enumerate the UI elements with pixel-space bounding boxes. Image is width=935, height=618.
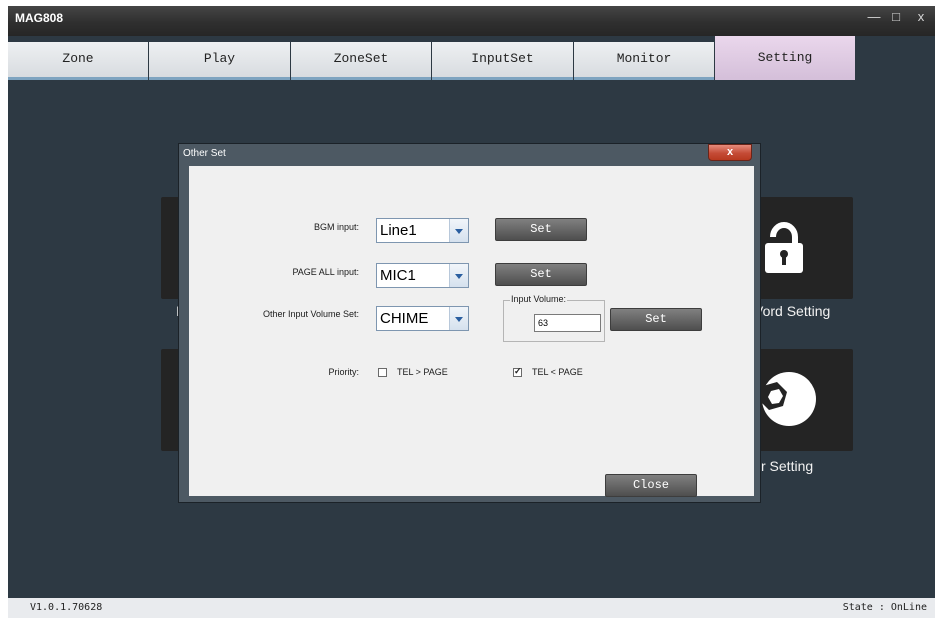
title-bar: MAG808 — □ x [8, 6, 935, 36]
chevron-down-icon[interactable] [449, 264, 468, 287]
close-button[interactable]: Close [605, 474, 697, 497]
tab-bar: Zone Play ZoneSet InputSet Monitor Setti… [8, 36, 935, 82]
bgm-set-button[interactable]: Set [495, 218, 587, 241]
tab-setting[interactable]: Setting [715, 36, 855, 80]
bgm-input-value: Line1 [380, 222, 417, 239]
tab-play[interactable]: Play [149, 42, 290, 80]
maximize-button[interactable]: □ [888, 10, 904, 26]
input-volume-group: Input Volume: 63 [503, 294, 605, 342]
other-input-value: CHIME [380, 310, 429, 327]
connection-state: State : OnLine [842, 602, 927, 613]
dialog-title: Other Set [183, 148, 226, 159]
input-volume-field[interactable]: 63 [534, 314, 601, 332]
tel-lt-page-label: TEL < PAGE [532, 367, 583, 377]
page-all-input-select[interactable]: MIC1 [376, 263, 469, 288]
page-all-input-value: MIC1 [380, 267, 416, 284]
password-setting-tile[interactable] [753, 197, 853, 299]
other-input-volume-label: Other Input Volume Set: [262, 309, 359, 319]
status-bar: V1.0.1.70628 State : OnLine [8, 598, 935, 618]
priority-label: Priority: [328, 367, 359, 377]
tel-lt-page-checkbox[interactable] [513, 366, 522, 377]
bgm-input-select[interactable]: Line1 [376, 218, 469, 243]
input-volume-group-title: Input Volume: [510, 294, 568, 304]
window-close-button[interactable]: x [913, 10, 929, 26]
lock-icon [765, 222, 803, 273]
page-all-input-label: PAGE ALL input: [292, 267, 359, 277]
dialog-close-x-button[interactable]: x [708, 144, 752, 161]
tel-gt-page-checkbox[interactable] [378, 368, 387, 377]
volume-set-button[interactable]: Set [610, 308, 702, 331]
chevron-down-icon[interactable] [449, 219, 468, 242]
app-title: MAG808 [15, 11, 64, 25]
tab-inputset[interactable]: InputSet [432, 42, 573, 80]
bgm-input-label: BGM input: [313, 222, 359, 232]
version-text: V1.0.1.70628 [30, 602, 103, 613]
chevron-down-icon[interactable] [449, 307, 468, 330]
tab-zoneset[interactable]: ZoneSet [291, 42, 431, 80]
tab-zone[interactable]: Zone [8, 42, 148, 80]
other-input-select[interactable]: CHIME [376, 306, 469, 331]
other-setting-tile[interactable] [753, 349, 853, 451]
other-setting-label: r Setting [761, 458, 814, 474]
dialog-body: BGM input: Line1 Set PAGE ALL input: MIC… [189, 166, 754, 497]
password-setting-label: Vord Setting [754, 303, 831, 319]
wrench-icon [759, 372, 816, 426]
tel-gt-page-label: TEL > PAGE [397, 367, 448, 377]
tab-monitor[interactable]: Monitor [574, 42, 714, 80]
other-set-dialog: Other Set x BGM input: Line1 Set PAGE AL… [178, 143, 761, 503]
minimize-button[interactable]: — [866, 10, 882, 26]
page-all-set-button[interactable]: Set [495, 263, 587, 286]
